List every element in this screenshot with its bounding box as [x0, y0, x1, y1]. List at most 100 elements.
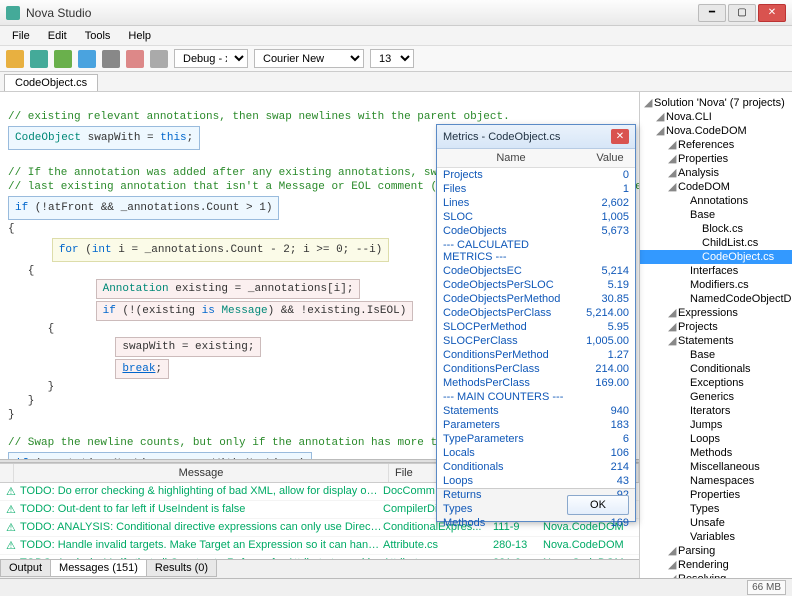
tool-icon[interactable]	[102, 50, 120, 68]
tree-node[interactable]: Generics	[640, 390, 792, 404]
tree-node[interactable]: ◢Statements	[640, 334, 792, 348]
tree-node[interactable]: NamedCodeObjectDictionary.cs	[640, 292, 792, 306]
tree-node[interactable]: Types	[640, 502, 792, 516]
maximize-button[interactable]: ▢	[728, 4, 756, 22]
metric-row: SLOCPerMethod5.95	[437, 320, 635, 334]
status-memory: 66 MB	[747, 580, 786, 595]
menu-bar: File Edit Tools Help	[0, 26, 792, 46]
metric-row: Projects0	[437, 168, 635, 182]
tree-node[interactable]: Properties	[640, 488, 792, 502]
tree-node[interactable]: Methods	[640, 446, 792, 460]
metric-row: Methods169	[437, 516, 635, 530]
dialog-col-name: Name	[437, 149, 585, 167]
app-icon	[6, 6, 20, 20]
save-icon[interactable]	[30, 50, 48, 68]
tree-node[interactable]: ◢CodeDOM	[640, 180, 792, 194]
metric-row: Locals106	[437, 446, 635, 460]
tree-node[interactable]: ◢Projects	[640, 320, 792, 334]
tree-node[interactable]: ◢Properties	[640, 152, 792, 166]
metric-row: --- MAIN COUNTERS ---	[437, 390, 635, 404]
menu-tools[interactable]: Tools	[77, 28, 119, 44]
tab-messages[interactable]: Messages (151)	[50, 560, 147, 577]
metric-row: SLOCPerClass1,005.00	[437, 334, 635, 348]
editor-tabs: CodeObject.cs	[0, 72, 792, 92]
font-select[interactable]: Courier New	[254, 49, 364, 68]
metric-row: CodeObjectsEC5,214	[437, 264, 635, 278]
metric-row: MethodsPerClass169.00	[437, 376, 635, 390]
metric-row: Loops43	[437, 474, 635, 488]
metric-row: CodeObjectsPerSLOC5.19	[437, 278, 635, 292]
bottom-tabs: Output Messages (151) Results (0)	[0, 559, 639, 578]
ok-button[interactable]: OK	[567, 495, 629, 515]
tree-node[interactable]: Base	[640, 348, 792, 362]
warning-icon: ⚠	[6, 503, 20, 516]
window-title: Nova Studio	[26, 6, 698, 20]
warning-icon: ⚠	[6, 539, 20, 552]
open-icon[interactable]	[6, 50, 24, 68]
config-select[interactable]: Debug - x86	[174, 49, 248, 68]
metric-row: Parameters183	[437, 418, 635, 432]
dialog-close-button[interactable]: ✕	[611, 129, 629, 144]
tree-node[interactable]: ◢Nova.CodeDOM	[640, 124, 792, 138]
tree-node[interactable]: ◢Nova.CLI	[640, 110, 792, 124]
font-size-select[interactable]: 13	[370, 49, 414, 68]
tree-node[interactable]: Modifiers.cs	[640, 278, 792, 292]
tree-node[interactable]: CodeObject.cs	[640, 250, 792, 264]
tree-node[interactable]: Interfaces	[640, 264, 792, 278]
metric-row: CodeObjectsPerClass5,214.00	[437, 306, 635, 320]
close-button[interactable]: ✕	[758, 4, 786, 22]
metrics-dialog: Metrics - CodeObject.cs ✕ Name Value Pro…	[436, 124, 636, 522]
file-tab-codeobject[interactable]: CodeObject.cs	[4, 74, 98, 91]
tree-node[interactable]: Conditionals	[640, 362, 792, 376]
tab-results[interactable]: Results (0)	[146, 560, 217, 577]
tree-node[interactable]: Jumps	[640, 418, 792, 432]
refresh-icon[interactable]	[78, 50, 96, 68]
link-icon[interactable]	[150, 50, 168, 68]
tree-node[interactable]: Namespaces	[640, 474, 792, 488]
toolbar: Debug - x86 Courier New 13	[0, 46, 792, 72]
tree-node[interactable]: Block.cs	[640, 222, 792, 236]
solution-explorer[interactable]: ◢Solution 'Nova' (7 projects)◢Nova.CLI◢N…	[640, 92, 792, 578]
tree-node[interactable]: ◢Analysis	[640, 166, 792, 180]
menu-help[interactable]: Help	[120, 28, 159, 44]
metric-row: Lines2,602	[437, 196, 635, 210]
tab-output[interactable]: Output	[0, 560, 51, 577]
metric-row: --- CALCULATED METRICS ---	[437, 238, 635, 264]
metric-row: CodeObjects5,673	[437, 224, 635, 238]
tree-node[interactable]: Exceptions	[640, 376, 792, 390]
col-message[interactable]: Message	[14, 464, 389, 482]
status-bar: 66 MB	[0, 578, 792, 596]
tree-node[interactable]: ◢References	[640, 138, 792, 152]
tree-node[interactable]: ◢Expressions	[640, 306, 792, 320]
dialog-col-value: Value	[585, 149, 635, 167]
tree-node[interactable]: Miscellaneous	[640, 460, 792, 474]
metric-row: Files1	[437, 182, 635, 196]
code-line: // existing relevant annotations, then s…	[8, 111, 510, 123]
tree-node[interactable]: ◢Parsing	[640, 544, 792, 558]
metric-row: CodeObjectsPerMethod30.85	[437, 292, 635, 306]
minimize-button[interactable]: ━	[698, 4, 726, 22]
tree-node[interactable]: Variables	[640, 530, 792, 544]
tree-node[interactable]: ChildList.cs	[640, 236, 792, 250]
warning-icon: ⚠	[6, 521, 20, 534]
tree-node[interactable]: Iterators	[640, 404, 792, 418]
menu-edit[interactable]: Edit	[40, 28, 75, 44]
message-row[interactable]: ⚠TODO: Handle invalid targets. Make Targ…	[0, 537, 639, 555]
tree-root[interactable]: ◢Solution 'Nova' (7 projects)	[640, 96, 792, 110]
metric-row: Conditionals214	[437, 460, 635, 474]
metric-row: ConditionsPerMethod1.27	[437, 348, 635, 362]
tree-node[interactable]: Base	[640, 208, 792, 222]
menu-file[interactable]: File	[4, 28, 38, 44]
metric-row: SLOC1,005	[437, 210, 635, 224]
warning-icon: ⚠	[6, 485, 20, 498]
save-all-icon[interactable]	[54, 50, 72, 68]
tree-node[interactable]: ◢Rendering	[640, 558, 792, 572]
tree-node[interactable]: Unsafe	[640, 516, 792, 530]
tree-node[interactable]: Loops	[640, 432, 792, 446]
metric-row: ConditionsPerClass214.00	[437, 362, 635, 376]
unload-icon[interactable]	[126, 50, 144, 68]
metric-row: Statements940	[437, 404, 635, 418]
title-bar: Nova Studio ━ ▢ ✕	[0, 0, 792, 26]
tree-node[interactable]: Annotations	[640, 194, 792, 208]
dialog-title: Metrics - CodeObject.cs	[443, 131, 611, 143]
